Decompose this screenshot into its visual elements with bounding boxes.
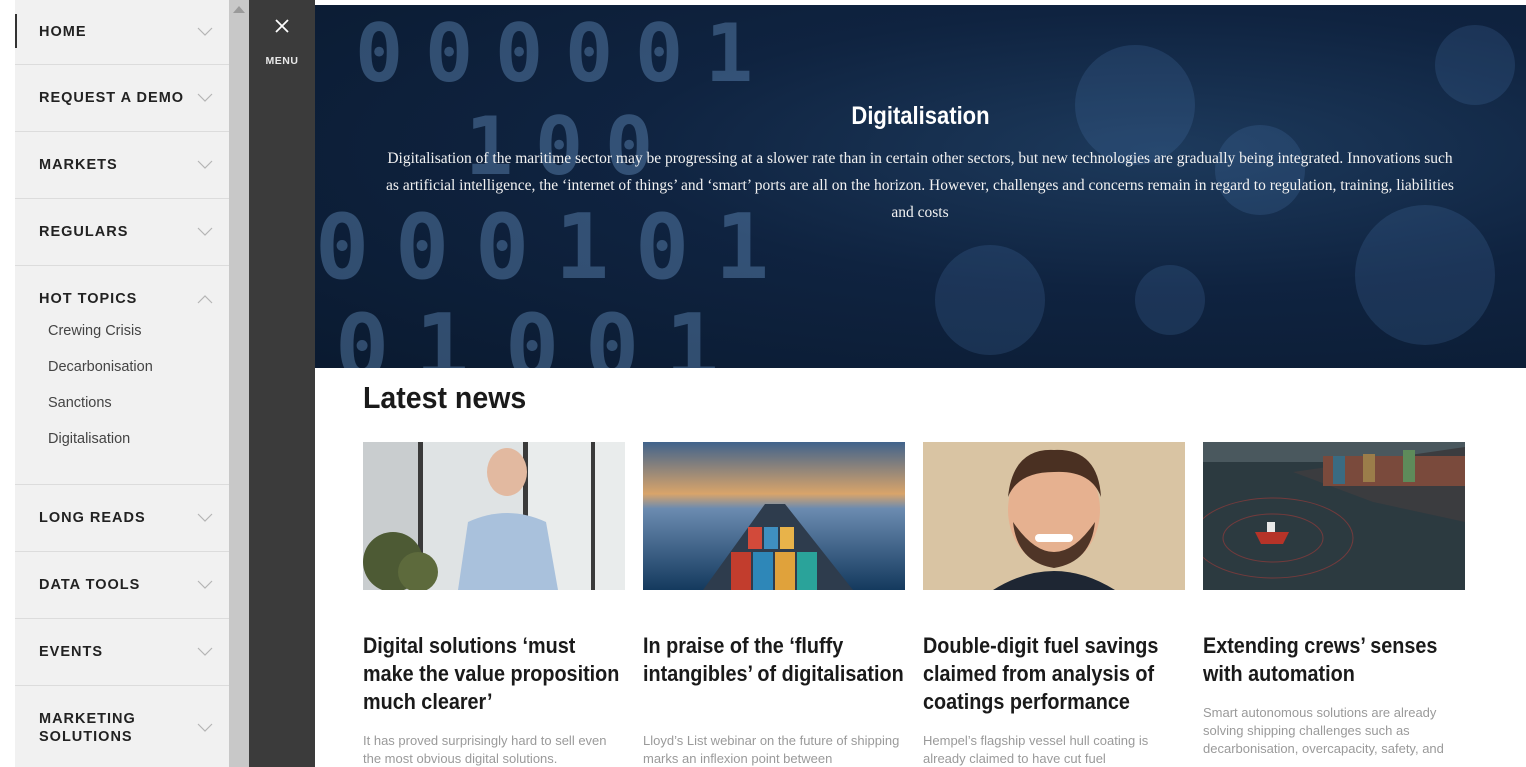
chevron-down-icon[interactable] (197, 723, 213, 733)
article-teaser: Lloyd’s List webinar on the future of sh… (643, 733, 900, 766)
nav-head-regulars[interactable]: REGULARS (15, 199, 229, 265)
article-teaser: Smart autonomous solutions are already s… (1203, 705, 1444, 756)
sidebar-scrollbar[interactable] (229, 0, 249, 767)
hot-topics-submenu: Crewing Crisis Decarbonisation Sanctions… (15, 322, 229, 484)
article-headline[interactable]: In praise of the ‘fluffy intangibles’ of… (643, 632, 904, 688)
close-icon (275, 19, 289, 33)
nav-label: MARKETS (39, 157, 118, 173)
nav-item-home[interactable]: HOME (15, 0, 229, 65)
news-card[interactable]: Double-digit fuel savings claimed from a… (923, 442, 1185, 766)
nav-head-home[interactable]: HOME (15, 0, 229, 64)
nav-item-marketing-solutions[interactable]: MARKETING SOLUTIONS (15, 686, 229, 767)
submenu-item-digitalisation[interactable]: Digitalisation (48, 430, 229, 466)
menu-label: MENU (265, 55, 299, 67)
chevron-down-icon[interactable] (197, 27, 213, 37)
news-card[interactable]: Extending crews’ senses with automation … (1203, 442, 1465, 756)
hero-description: Digitalisation of the maritime sector ma… (386, 150, 1454, 221)
nav-head-events[interactable]: EVENTS (15, 619, 229, 685)
nav-item-events[interactable]: EVENTS (15, 619, 229, 686)
nav-item-long-reads[interactable]: LONG READS (15, 485, 229, 552)
nav-label: REQUEST A DEMO (39, 90, 185, 106)
submenu-item-crewing-crisis[interactable]: Crewing Crisis (48, 322, 229, 358)
article-teaser: It has proved surprisingly hard to sell … (363, 733, 607, 766)
nav-label: LONG READS (39, 510, 146, 526)
nav-head-marketing-solutions[interactable]: MARKETING SOLUTIONS (15, 686, 229, 767)
nav-label: HOME (39, 24, 87, 40)
menu-column: MENU (249, 0, 315, 767)
submenu-item-sanctions[interactable]: Sanctions (48, 394, 229, 430)
submenu-item-decarbonisation[interactable]: Decarbonisation (48, 358, 229, 394)
latest-news-heading: Latest news (363, 380, 527, 415)
news-card[interactable]: In praise of the ‘fluffy intangibles’ of… (643, 442, 905, 766)
nav-item-markets[interactable]: MARKETS (15, 132, 229, 199)
article-thumbnail[interactable] (363, 442, 625, 590)
chevron-up-icon[interactable] (197, 294, 213, 304)
nav-label: MARKETING SOLUTIONS (39, 710, 136, 746)
nav-label: HOT TOPICS (39, 291, 138, 307)
nav-item-request-demo[interactable]: REQUEST A DEMO (15, 65, 229, 132)
scroll-up-arrow-icon[interactable] (233, 6, 245, 13)
nav-head-markets[interactable]: MARKETS (15, 132, 229, 198)
close-menu-button[interactable]: MENU (249, 12, 315, 72)
chevron-down-icon[interactable] (197, 580, 213, 590)
nav-head-long-reads[interactable]: LONG READS (15, 485, 229, 551)
article-thumbnail[interactable] (643, 442, 905, 590)
nav-item-regulars[interactable]: REGULARS (15, 199, 229, 266)
article-headline[interactable]: Extending crews’ senses with automation (1203, 632, 1464, 688)
hero-banner: 0 0 0 0 0 1 1 0 0 0 0 0 1 0 1 0 1 0 0 1 … (315, 5, 1526, 368)
nav-item-hot-topics[interactable]: HOT TOPICS Crewing Crisis Decarbonisatio… (15, 266, 229, 485)
chevron-down-icon[interactable] (197, 160, 213, 170)
nav-label-line1: MARKETING (39, 711, 136, 727)
nav-head-data-tools[interactable]: DATA TOOLS (15, 552, 229, 618)
hero-title: Digitalisation (851, 102, 990, 130)
article-headline[interactable]: Digital solutions ‘must make the value p… (363, 632, 624, 716)
article-thumbnail[interactable] (1203, 442, 1465, 590)
nav-label-line2: SOLUTIONS (39, 729, 133, 745)
article-teaser: Hempel’s flagship vessel hull coating is… (923, 733, 1149, 766)
nav-label: EVENTS (39, 644, 104, 660)
sidebar-menu: HOME REQUEST A DEMO MARKETS REGULARS HOT… (15, 0, 229, 767)
nav-head-request-demo[interactable]: REQUEST A DEMO (15, 65, 229, 131)
nav-item-data-tools[interactable]: DATA TOOLS (15, 552, 229, 619)
article-headline[interactable]: Double-digit fuel savings claimed from a… (923, 632, 1184, 716)
news-card[interactable]: Digital solutions ‘must make the value p… (363, 442, 625, 766)
chevron-down-icon[interactable] (197, 93, 213, 103)
chevron-down-icon[interactable] (197, 647, 213, 657)
nav-label: REGULARS (39, 224, 129, 240)
nav-label: DATA TOOLS (39, 577, 141, 593)
article-thumbnail[interactable] (923, 442, 1185, 590)
chevron-down-icon[interactable] (197, 227, 213, 237)
chevron-down-icon[interactable] (197, 513, 213, 523)
